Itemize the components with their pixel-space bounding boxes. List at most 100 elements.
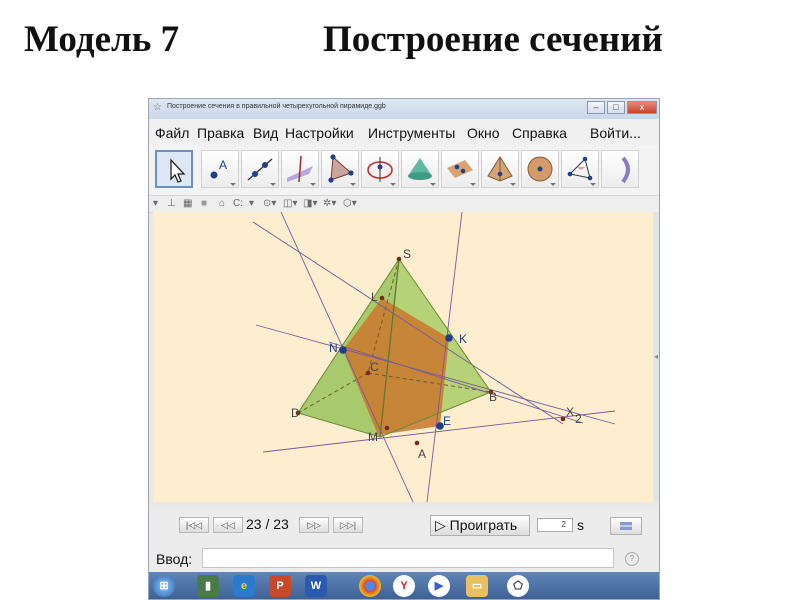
first-step-button[interactable]: |◁◁ [179, 517, 209, 533]
cone-tool-button[interactable] [401, 150, 439, 188]
network-app-icon[interactable]: ▮ [197, 575, 219, 597]
word-icon[interactable]: W [305, 575, 327, 597]
menu-help[interactable]: Справка [512, 125, 567, 141]
perpendicular-line-tool-button[interactable] [281, 150, 319, 188]
protocol-table-icon [620, 522, 632, 530]
last-step-button[interactable]: ▷▷| [333, 517, 363, 533]
menu-window[interactable]: Окно [467, 125, 500, 141]
label-x: X [566, 405, 574, 419]
move-tool-button[interactable] [155, 150, 193, 188]
geogebra-icon[interactable]: ⬠ [507, 575, 529, 597]
speed-unit: s [577, 517, 584, 533]
menu-tools[interactable]: Инструменты [368, 125, 455, 141]
circle-tool-icon [367, 157, 393, 182]
view-direction-icon[interactable]: ◫▾ [283, 198, 297, 209]
title-bar: ☆ Построение сечения в правильной четыре… [149, 99, 659, 119]
angle-tool-button[interactable] [561, 150, 599, 188]
label-e: E [443, 414, 451, 428]
menu-bar: Файл Правка Вид Настройки Инструменты Ок… [149, 119, 659, 145]
plane-tool-button[interactable] [441, 150, 479, 188]
label-d: D [291, 406, 300, 420]
splitter-handle-icon[interactable]: ◂ [654, 352, 658, 361]
speed-input[interactable]: 2 [537, 518, 573, 532]
grid-toggle-icon[interactable]: ▦ [183, 198, 192, 209]
powerpoint-icon[interactable]: P [269, 575, 291, 597]
menu-file[interactable]: Файл [155, 125, 189, 141]
angle-tool-icon [567, 156, 593, 181]
point-m[interactable] [384, 425, 390, 431]
label-s: S [403, 247, 411, 261]
chevron-down-icon: ▾ [249, 198, 255, 209]
previous-step-button[interactable]: ◁◁ [213, 517, 243, 533]
rotate-view-tool-icon [621, 156, 630, 184]
minimize-button[interactable]: – [587, 101, 605, 114]
input-bar: Ввод: ? [149, 544, 659, 572]
protocol-view-button[interactable] [610, 517, 642, 535]
play-button[interactable]: ▷ Проиграть [430, 515, 530, 536]
file-explorer-icon[interactable]: ▭ [466, 575, 488, 597]
close-button[interactable]: x [627, 101, 657, 114]
pyramid-tool-icon [487, 156, 513, 182]
slide-title-right: Построение сечений [323, 19, 663, 60]
point-l[interactable] [379, 295, 385, 301]
input-label: Ввод: [156, 551, 193, 567]
label-m: M [368, 430, 378, 444]
chrome-icon[interactable] [359, 575, 381, 597]
label-x-subscript: 2 [575, 412, 582, 426]
point-tool-button[interactable]: A [201, 150, 239, 188]
line-tool-button[interactable] [241, 150, 279, 188]
media-player-icon[interactable]: ▶ [428, 575, 450, 597]
polygon-tool-button[interactable] [321, 150, 359, 188]
plane-tool-icon [447, 160, 473, 178]
step-counter: 23 / 23 [246, 516, 289, 532]
label-b: B [489, 390, 497, 404]
square-icon[interactable]: ■ [201, 198, 207, 209]
label-l: L [371, 290, 378, 304]
windows-taskbar: ⊞ ▮ e P W Y ▶ ▭ ⬠ [149, 572, 659, 599]
label-n: N [329, 341, 338, 355]
view-splitter[interactable]: ◂ [654, 212, 659, 502]
graphics-3d-view[interactable]: S L K N C B D X 2 M E A [153, 212, 653, 502]
menu-login[interactable]: Войти... [590, 125, 641, 141]
rotate-view-tool-button[interactable] [601, 150, 639, 188]
sphere-tool-button[interactable] [521, 150, 559, 188]
star-app-icon: ☆ [153, 102, 162, 113]
home-icon[interactable]: ⌂ [219, 198, 225, 209]
point-capture-icon[interactable]: ⊙▾ [263, 198, 276, 209]
point-k[interactable] [445, 334, 453, 342]
maximize-button[interactable]: □ [607, 101, 625, 114]
input-field[interactable] [202, 548, 614, 568]
svg-text:A: A [219, 158, 227, 172]
sphere-tool-icon [527, 156, 553, 182]
menu-edit[interactable]: Правка [197, 125, 244, 141]
point-s[interactable] [396, 256, 402, 262]
yandex-browser-icon[interactable]: Y [393, 575, 415, 597]
ie-browser-icon[interactable]: e [233, 575, 255, 597]
clipping-icon[interactable]: ◨▾ [303, 198, 317, 209]
help-icon[interactable]: ? [625, 552, 639, 566]
axes-toggle-icon[interactable]: ⊥ [167, 198, 176, 209]
construction-protocol-bar: |◁◁ ◁◁ 23 / 23 ▷▷ ▷▷| ▷ Проиграть 2 s [149, 508, 659, 544]
axes-3d-icon[interactable]: ✲▾ [323, 198, 336, 209]
style-bar-toggle-icon[interactable]: ▾ [153, 198, 158, 209]
style-bar: ▾ ⊥ ▦ ■ ⌂ C: ▾ ⊙▾ ◫▾ ◨▾ ✲▾ ⬡▾ [149, 195, 659, 213]
point-n[interactable] [339, 346, 347, 354]
menu-settings[interactable]: Настройки [285, 125, 354, 141]
next-step-button[interactable]: ▷▷ [299, 517, 329, 533]
point-x2[interactable] [560, 416, 566, 422]
line-tool-icon [247, 158, 273, 181]
move-tool-icon [170, 158, 186, 183]
projection-icon[interactable]: ⬡▾ [343, 198, 357, 209]
circle-tool-button[interactable] [361, 150, 399, 188]
label-k: K [459, 332, 467, 346]
point-tool-icon: A [210, 158, 227, 179]
point-a[interactable] [414, 440, 420, 446]
window-title: Построение сечения в правильной четыреху… [167, 103, 386, 110]
polygon-tool-icon [328, 154, 354, 183]
label-a: A [418, 447, 426, 461]
windows-start-icon[interactable]: ⊞ [153, 575, 175, 597]
section-construction-drawing[interactable]: S L K N C B D X 2 M E A [153, 212, 653, 502]
pyramid-tool-button[interactable] [481, 150, 519, 188]
label-style-dropdown[interactable]: C: [233, 198, 243, 209]
menu-view[interactable]: Вид [253, 125, 278, 141]
